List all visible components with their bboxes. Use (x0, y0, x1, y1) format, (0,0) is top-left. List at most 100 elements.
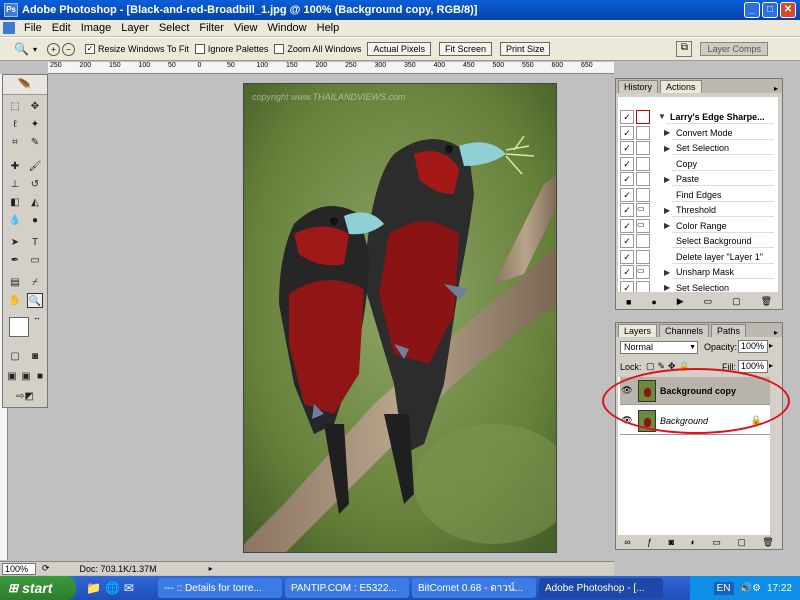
file-browser-icon[interactable]: ⧉ (676, 41, 693, 57)
new-set-icon[interactable]: ▭ (704, 296, 713, 307)
delete-layer-icon[interactable]: 🗑 (762, 537, 773, 548)
action-check-icon[interactable]: ✓ (620, 187, 634, 202)
menu-window[interactable]: Window (263, 22, 312, 34)
language-indicator[interactable]: EN (713, 581, 734, 595)
status-menu-arrow-icon[interactable]: ▸ (209, 564, 213, 573)
zoom-tool-selected-icon[interactable]: 🔍 (27, 293, 43, 308)
brush-tool-icon[interactable]: 🖌 (27, 159, 43, 174)
record-icon[interactable]: ● (651, 297, 656, 307)
document-canvas[interactable]: copyright www.THAILANDVIEWS.com (243, 83, 557, 553)
action-check-icon[interactable]: ✓ (620, 203, 634, 217)
delete-icon[interactable]: 🗑 (761, 296, 772, 307)
play-icon[interactable]: ▶ (677, 296, 684, 307)
taskbar-item-details[interactable]: --- :: Details for torre... (157, 578, 282, 598)
stop-icon[interactable]: ■ (626, 297, 631, 307)
tab-actions[interactable]: Actions (660, 80, 702, 93)
tab-layers[interactable]: Layers (618, 324, 658, 337)
dialog-toggle-icon[interactable] (636, 172, 650, 186)
path-selection-tool-icon[interactable]: ➤ (7, 235, 23, 250)
dialog-toggle-icon[interactable]: ▭ (636, 203, 650, 217)
blend-mode-select[interactable]: Normal ▼ (620, 341, 698, 354)
taskbar-item-photoshop[interactable]: Adobe Photoshop - [... (538, 578, 663, 598)
type-tool-icon[interactable]: T (27, 235, 43, 250)
eyedropper-tool-icon[interactable]: ⌿ (27, 275, 43, 290)
action-check-icon[interactable]: ✓ (620, 280, 634, 292)
taskbar-item-bitcomet[interactable]: BitComet 0.68 - ดาวน์... (411, 578, 536, 598)
expand-triangle-icon[interactable]: ▶ (664, 175, 672, 184)
resize-windows-checkbox[interactable]: ✓ Resize Windows To Fit (84, 44, 189, 54)
dialog-toggle-icon[interactable] (636, 280, 650, 292)
print-size-button[interactable]: Print Size (499, 42, 551, 56)
action-check-icon[interactable]: ✓ (620, 141, 634, 155)
pen-tool-icon[interactable]: ✒ (7, 253, 23, 268)
fill-slider-arrow-icon[interactable]: ▸ (769, 361, 773, 370)
dialog-toggle-icon[interactable] (636, 249, 650, 264)
action-item-row[interactable]: ✓ ▶ Paste (620, 172, 774, 187)
action-check-icon[interactable]: ✓ (620, 265, 634, 279)
dialog-toggle-icon[interactable] (636, 156, 650, 171)
swap-colors-icon[interactable]: ↔ (33, 313, 41, 322)
expand-triangle-icon[interactable]: ▶ (664, 128, 672, 137)
tool-preset-chevron-icon[interactable]: ▾ (33, 45, 37, 54)
action-check-icon[interactable]: ✓ (620, 125, 634, 140)
action-item-row[interactable]: ✓ ▶ Set Selection (620, 141, 774, 156)
marquee-tool-icon[interactable]: ⬚ (7, 99, 23, 114)
paint-bucket-tool-icon[interactable]: ◭ (27, 195, 43, 210)
zoom-level-field[interactable]: 100% (2, 562, 36, 575)
screen-mode-full-menu-icon[interactable]: ▣ (19, 369, 33, 384)
magic-wand-tool-icon[interactable]: ✦ (27, 117, 43, 132)
action-item-row[interactable]: ✓ ▭ ▶ Color Range (620, 218, 774, 233)
dialog-toggle-icon[interactable] (636, 187, 650, 202)
action-item-row[interactable]: ✓ Delete layer "Layer 1" (620, 249, 774, 264)
expand-triangle-icon[interactable]: ▶ (664, 283, 672, 292)
expand-triangle-icon[interactable]: ▶ (664, 206, 672, 215)
layer-comps-tab[interactable]: Layer Comps (700, 42, 769, 56)
clone-stamp-tool-icon[interactable]: ⊥ (7, 177, 23, 192)
screen-mode-standard-icon[interactable]: ▣ (5, 369, 19, 384)
zoom-in-icon[interactable]: + (46, 42, 60, 56)
screen-mode-full-icon[interactable]: ■ (33, 369, 47, 384)
document-icon[interactable] (3, 22, 15, 34)
action-item-row[interactable]: ✓ ▶ Convert Mode (620, 125, 774, 140)
tab-channels[interactable]: Channels (659, 324, 710, 337)
expand-triangle-icon[interactable]: ▶ (664, 144, 672, 153)
jump-to-imageready-icon[interactable]: ⇨◩ (7, 389, 43, 404)
zoom-tool-icon[interactable]: 🔍 (14, 42, 29, 56)
opacity-slider-arrow-icon[interactable]: ▸ (769, 341, 773, 350)
tab-history[interactable]: History (618, 80, 659, 93)
collapse-triangle-icon[interactable]: ▼ (658, 112, 666, 121)
panel-menu-icon[interactable]: ▸ (774, 84, 778, 93)
expand-triangle-icon[interactable]: ▶ (664, 221, 672, 230)
feather-logo-icon[interactable]: 🪶 (3, 75, 47, 95)
opacity-input[interactable]: 100% (738, 340, 768, 353)
blur-tool-icon[interactable]: 💧 (7, 213, 23, 228)
fill-input[interactable]: 100% (738, 360, 768, 373)
menu-edit[interactable]: Edit (47, 22, 76, 34)
lasso-tool-icon[interactable]: ℓ (7, 117, 23, 132)
start-button[interactable]: ⊞ start (0, 576, 76, 600)
layers-menu-icon[interactable]: ▸ (774, 328, 778, 337)
new-layer-icon[interactable]: ▢ (737, 537, 746, 548)
move-tool-icon[interactable]: ✥ (27, 99, 43, 114)
slice-tool-icon[interactable]: ✎ (27, 135, 43, 150)
status-nav-icon[interactable]: ⟳ (42, 563, 50, 574)
dialog-toggle-icon[interactable]: ▭ (636, 265, 650, 279)
close-button[interactable]: ✕ (780, 2, 796, 18)
ignore-palettes-checkbox[interactable]: Ignore Palettes (194, 44, 268, 54)
menu-image[interactable]: Image (76, 22, 117, 34)
dialog-toggle-icon[interactable] (636, 234, 650, 248)
menu-layer[interactable]: Layer (116, 22, 154, 34)
menu-file[interactable]: File (19, 22, 47, 34)
menu-select[interactable]: Select (154, 22, 195, 34)
layer-style-icon[interactable]: ƒ (647, 537, 652, 547)
hand-tool-icon[interactable]: ✋ (7, 293, 23, 308)
menu-help[interactable]: Help (312, 22, 345, 34)
action-item-row[interactable]: ✓ Find Edges (620, 187, 774, 202)
quick-mask-mode-icon[interactable]: ◙ (27, 349, 43, 364)
link-layers-icon[interactable]: ∞ (624, 537, 630, 547)
dialog-toggle-icon[interactable] (636, 125, 650, 140)
top-ruler[interactable]: 250 200 150 100 50 0 50 100 150 200 250 300 350 400 45… (48, 62, 614, 74)
quick-launch-icons[interactable]: 📁🌐✉ (86, 581, 138, 595)
new-group-icon[interactable]: ▭ (712, 537, 721, 548)
tray-icons[interactable]: 🔊⚙ (740, 583, 761, 594)
